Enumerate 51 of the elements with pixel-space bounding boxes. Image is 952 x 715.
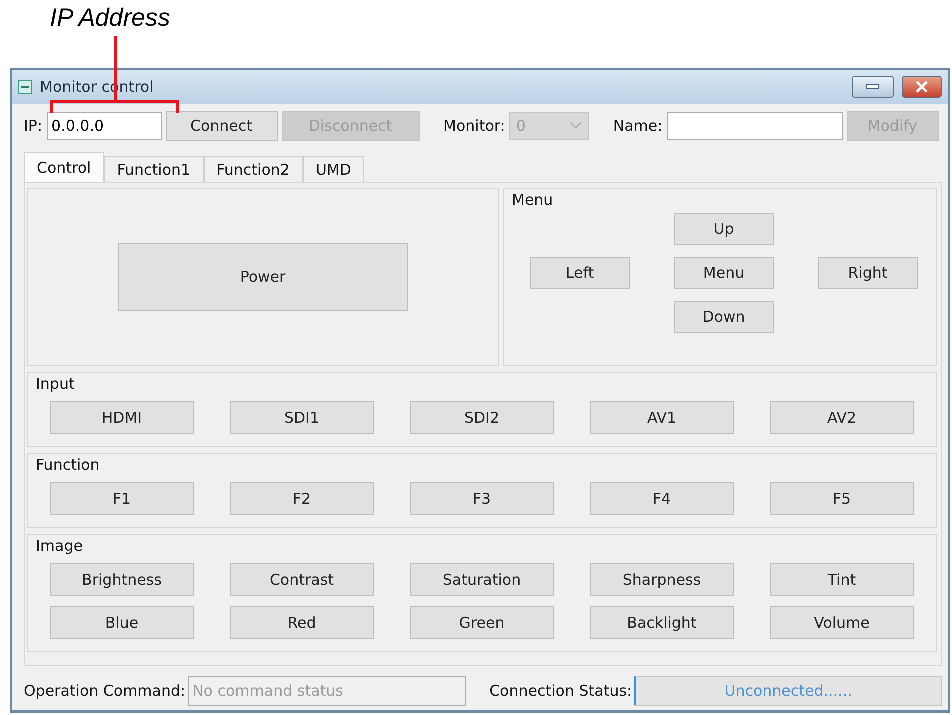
- command-button[interactable]: Red: [230, 606, 374, 639]
- command-field[interactable]: No command status: [188, 676, 466, 706]
- command-button[interactable]: SDI2: [410, 401, 554, 434]
- minimize-button[interactable]: [852, 76, 894, 98]
- command-button[interactable]: Contrast: [230, 563, 374, 596]
- group-title: Input: [36, 375, 75, 393]
- command-button[interactable]: Tint: [770, 563, 914, 596]
- field-label: Name:: [613, 117, 663, 135]
- group-title: Function: [36, 456, 100, 474]
- text-field[interactable]: [666, 112, 843, 140]
- command-button[interactable]: Sharpness: [590, 563, 734, 596]
- text-field[interactable]: 0.0.0.0: [46, 112, 162, 140]
- command-button[interactable]: Blue: [50, 606, 194, 639]
- command-button[interactable]: Brightness: [50, 563, 194, 596]
- command-button[interactable]: Backlight: [590, 606, 734, 639]
- connection-status-field: Unconnected......: [634, 676, 942, 706]
- power-button[interactable]: Power: [118, 243, 408, 311]
- command-button[interactable]: Volume: [770, 606, 914, 639]
- menu-button[interactable]: Left: [530, 257, 630, 289]
- command-button[interactable]: SDI1: [230, 401, 374, 434]
- menu-button[interactable]: Menu: [674, 257, 774, 289]
- group-title: Image: [36, 537, 83, 555]
- command-button[interactable]: F4: [590, 482, 734, 515]
- toolbar-button[interactable]: Connect: [166, 111, 278, 141]
- command-button[interactable]: AV1: [590, 401, 734, 434]
- tab[interactable]: Function2: [204, 156, 303, 182]
- minimize-icon: [866, 84, 880, 90]
- chevron-down-icon: [570, 122, 582, 130]
- field-label: IP:: [24, 117, 43, 135]
- field-label: Connection Status:: [490, 682, 632, 700]
- close-icon: [915, 81, 929, 93]
- command-button[interactable]: F5: [770, 482, 914, 515]
- app-icon: [18, 80, 32, 94]
- menu-button[interactable]: Right: [818, 257, 918, 289]
- command-button[interactable]: F3: [410, 482, 554, 515]
- group-title: Menu: [512, 191, 554, 209]
- command-button[interactable]: F2: [230, 482, 374, 515]
- tab[interactable]: UMD: [302, 156, 364, 182]
- command-button[interactable]: HDMI: [50, 401, 194, 434]
- close-button[interactable]: [902, 76, 942, 98]
- field-label: Monitor:: [444, 117, 506, 135]
- command-button[interactable]: AV2: [770, 401, 914, 434]
- menu-button[interactable]: Up: [674, 213, 774, 245]
- tab[interactable]: Function1: [104, 156, 204, 182]
- annotation-label: IP Address: [50, 4, 170, 32]
- tab[interactable]: Control: [24, 152, 104, 182]
- command-button[interactable]: Saturation: [410, 563, 554, 596]
- command-button[interactable]: F1: [50, 482, 194, 515]
- field-label: Operation Command:: [24, 682, 186, 700]
- command-button[interactable]: Green: [410, 606, 554, 639]
- menu-button[interactable]: Down: [674, 301, 774, 333]
